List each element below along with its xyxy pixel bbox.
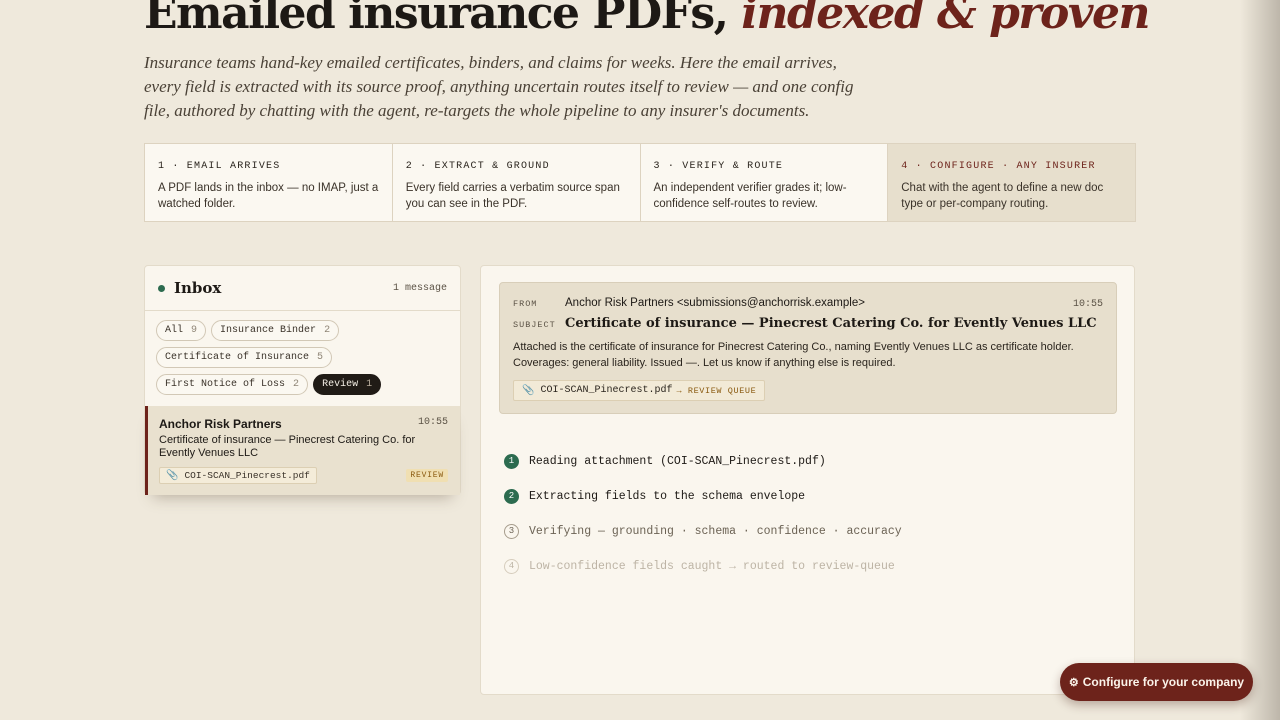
step-title: 4 · CONFIGURE · ANY INSURER — [901, 161, 1096, 172]
process-steps: 1 · EMAIL ARRIVES A PDF lands in the inb… — [144, 143, 1136, 222]
pipeline-progress: 1 Reading attachment (COI-SCAN_Pinecrest… — [504, 444, 902, 584]
hero-title: Emailed insurance PDFs, indexed & proven — [144, 0, 1150, 39]
step-description: A PDF lands in the inbox — no IMAP, just… — [158, 182, 379, 210]
subject-label: SUBJECT — [513, 320, 556, 330]
inbox-message-count: 1 message — [392, 282, 447, 294]
inbox-message-item[interactable]: Anchor Risk Partners 10:55 Certificate o… — [145, 406, 460, 495]
pipeline-step-reading: 1 Reading attachment (COI-SCAN_Pinecrest… — [504, 444, 902, 479]
attachment-filename: COI-SCAN_Pinecrest.pdf — [540, 385, 673, 396]
message-subject: Certificate of insurance — Pinecrest Cat… — [159, 434, 416, 459]
inbox-title: Inbox — [174, 279, 222, 297]
filter-count: 5 — [317, 352, 324, 363]
step-configure: 4 · CONFIGURE · ANY INSURER Chat with th… — [888, 144, 1135, 221]
step-number: 4 — [504, 559, 519, 574]
filter-first-notice-of-loss[interactable]: First Notice of Loss 2 — [156, 374, 309, 395]
filter-count: 9 — [191, 325, 198, 336]
email-detail-panel: FROM Anchor Risk Partners <submissions@a… — [480, 265, 1135, 695]
step-title: 1 · EMAIL ARRIVES — [158, 161, 281, 172]
step-description: An independent verifier grades it; low-c… — [653, 182, 847, 210]
step-text: Extracting fields to the schema envelope — [529, 490, 806, 503]
step-email-arrives: 1 · EMAIL ARRIVES A PDF lands in the inb… — [145, 144, 393, 221]
pipeline-step-extracting: 2 Extracting fields to the schema envelo… — [504, 479, 902, 514]
inbox-panel: Inbox 1 message All 9 Insurance Binder 2… — [144, 265, 461, 495]
page-edge-shadow — [1240, 0, 1280, 720]
filter-label: First Notice of Loss — [165, 379, 286, 390]
paperclip-icon: 📎 — [522, 385, 535, 397]
hero-title-main: Emailed insurance PDFs, — [144, 0, 729, 39]
email-subject: Certificate of insurance — Pinecrest Cat… — [565, 316, 1097, 331]
message-sender: Anchor Risk Partners — [159, 417, 282, 431]
review-badge: REVIEW — [406, 469, 448, 482]
step-number: 3 — [504, 524, 519, 539]
email-body: Attached is the certificate of insurance… — [513, 341, 1074, 369]
filter-label: Insurance Binder — [220, 325, 317, 336]
step-verify-route: 3 · VERIFY & ROUTE An independent verifi… — [641, 144, 889, 221]
step-number: 2 — [504, 489, 519, 504]
filter-label: Certificate of Insurance — [165, 352, 310, 363]
gear-icon: ⚙ — [1068, 676, 1079, 689]
from-label: FROM — [513, 299, 538, 309]
step-extract-ground: 2 · EXTRACT & GROUND Every field carries… — [393, 144, 641, 221]
pipeline-step-verifying: 3 Verifying — grounding · schema · confi… — [504, 514, 902, 549]
filter-label: All — [165, 325, 184, 336]
hero-title-accent: indexed & proven — [741, 0, 1150, 39]
step-title: 3 · VERIFY & ROUTE — [653, 161, 784, 172]
attachment-filename: COI-SCAN_Pinecrest.pdf — [184, 470, 310, 481]
filter-label: Review — [322, 379, 359, 390]
message-time: 10:55 — [417, 417, 448, 428]
step-text: Verifying — grounding · schema · confide… — [529, 525, 902, 538]
step-description: Every field carries a verbatim source sp… — [405, 182, 620, 210]
pipeline-step-routing: 4 Low-confidence fields caught → routed … — [504, 549, 902, 584]
hero-subtitle: Insurance teams hand-key emailed certifi… — [144, 53, 854, 120]
filter-review[interactable]: Review 1 — [313, 374, 382, 395]
paperclip-icon: 📎 — [166, 470, 179, 482]
configure-button[interactable]: ⚙ Configure for your company — [1060, 663, 1253, 701]
step-description: Chat with the agent to define a new doc … — [901, 182, 1104, 210]
review-queue-route: → REVIEW QUEUE — [676, 385, 757, 396]
filter-all[interactable]: All 9 — [156, 320, 207, 341]
configure-button-label: Configure for your company — [1082, 675, 1245, 689]
filter-insurance-binder[interactable]: Insurance Binder 2 — [211, 320, 340, 341]
filter-count: 2 — [324, 325, 331, 336]
filter-certificate-of-insurance[interactable]: Certificate of Insurance 5 — [156, 347, 333, 368]
filter-count: 2 — [293, 379, 300, 390]
status-dot-icon — [158, 284, 165, 292]
inbox-header: Inbox 1 message — [145, 266, 460, 311]
email-time: 10:55 — [1072, 299, 1103, 310]
filter-count: 1 — [366, 379, 373, 390]
email-card: FROM Anchor Risk Partners <submissions@a… — [499, 282, 1117, 414]
inbox-filters: All 9 Insurance Binder 2 Certificate of … — [145, 311, 460, 395]
step-title: 2 · EXTRACT & GROUND — [405, 161, 550, 172]
email-attachment[interactable]: 📎 COI-SCAN_Pinecrest.pdf → REVIEW QUEUE — [513, 380, 766, 401]
message-attachment[interactable]: 📎 COI-SCAN_Pinecrest.pdf — [159, 467, 317, 484]
step-text: Low-confidence fields caught → routed to… — [529, 560, 895, 573]
step-text: Reading attachment (COI-SCAN_Pinecrest.p… — [529, 455, 826, 468]
email-from: Anchor Risk Partners <submissions@anchor… — [565, 297, 865, 309]
step-number: 1 — [504, 454, 519, 469]
